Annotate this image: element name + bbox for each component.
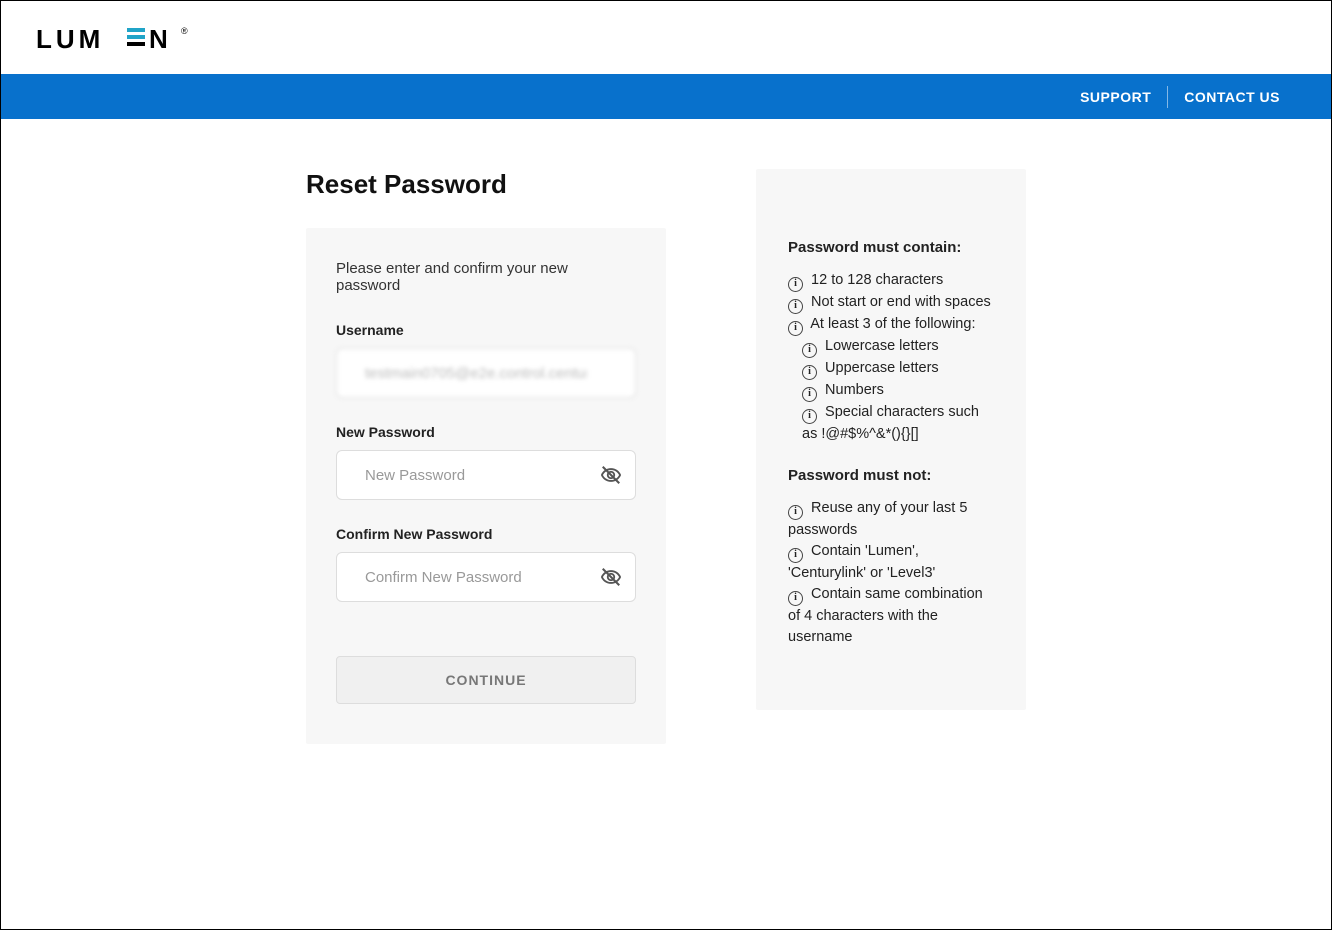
rule-item: 12 to 128 characters [788,270,994,292]
form-instruction: Please enter and confirm your new passwo… [336,260,636,294]
info-icon [788,548,803,563]
svg-text:LUM: LUM [36,26,104,54]
username-input[interactable] [336,348,636,398]
info-icon [788,505,803,520]
form-column: Reset Password Please enter and confirm … [306,169,666,744]
info-icon [788,277,803,292]
info-icon [788,591,803,606]
lumen-logo: LUM N ® [36,26,1296,59]
new-password-label: New Password [336,424,636,440]
info-icon [788,299,803,314]
username-field-group: Username [336,322,636,398]
support-link[interactable]: SUPPORT [1064,89,1167,105]
confirm-password-field-group: Confirm New Password [336,526,636,602]
contact-us-link[interactable]: CONTACT US [1168,89,1296,105]
username-label: Username [336,322,636,338]
rule-sub-item: Lowercase letters [788,336,994,358]
new-password-input[interactable] [336,450,636,500]
confirm-password-label: Confirm New Password [336,526,636,542]
eye-off-icon[interactable] [600,464,622,486]
rule-sub-item: Special characters such as !@#$%^&*(){}[… [788,402,994,445]
header: LUM N ® [1,1,1331,74]
must-contain-list: 12 to 128 characters Not start or end wi… [788,270,994,445]
main-content: Reset Password Please enter and confirm … [1,119,1331,744]
rule-item: At least 3 of the following: [788,314,994,336]
password-rules-panel: Password must contain: 12 to 128 charact… [756,169,1026,710]
info-icon [802,409,817,424]
info-icon [802,387,817,402]
info-icon [788,321,803,336]
svg-text:®: ® [181,26,188,36]
nav-bar: SUPPORT CONTACT US [1,74,1331,119]
must-not-list: Reuse any of your last 5 passwords Conta… [788,498,994,648]
eye-off-icon[interactable] [600,566,622,588]
svg-text:N: N [149,26,172,54]
page-title: Reset Password [306,169,666,200]
rule-item: Not start or end with spaces [788,292,994,314]
must-not-title: Password must not: [788,467,994,484]
rule-sub-item: Uppercase letters [788,358,994,380]
rule-sub-item: Numbers [788,380,994,402]
form-panel: Please enter and confirm your new passwo… [306,228,666,744]
info-icon [802,343,817,358]
info-icon [802,365,817,380]
must-contain-title: Password must contain: [788,239,994,256]
rule-item: Contain 'Lumen', 'Centurylink' or 'Level… [788,541,994,584]
rule-item: Reuse any of your last 5 passwords [788,498,994,541]
rule-item: Contain same combination of 4 characters… [788,584,994,648]
confirm-password-input[interactable] [336,552,636,602]
continue-button[interactable]: CONTINUE [336,656,636,704]
new-password-field-group: New Password [336,424,636,500]
